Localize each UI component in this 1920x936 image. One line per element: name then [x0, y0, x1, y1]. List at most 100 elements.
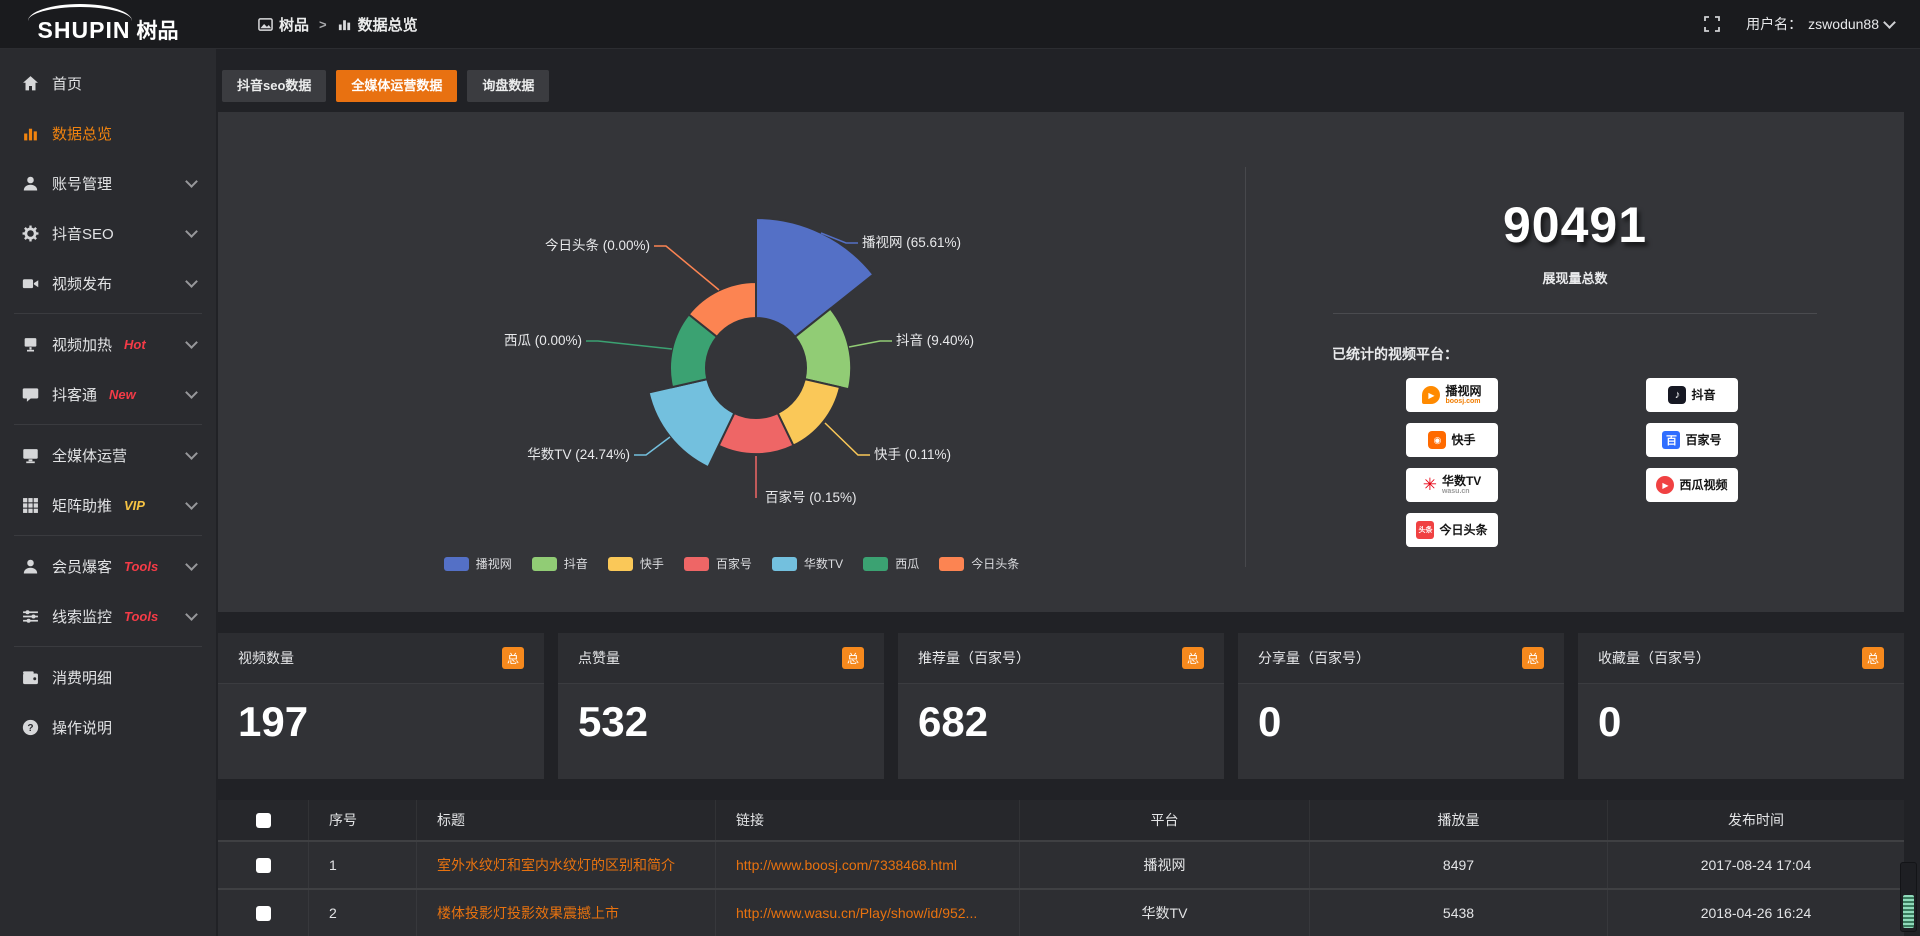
- sidebar-item-label: 抖客通: [52, 384, 97, 405]
- row-link-cell: http://www.wasu.cn/Play/show/id/952...: [716, 890, 1020, 936]
- sidebar-item-label: 操作说明: [52, 717, 112, 738]
- legend-swatch: [772, 557, 797, 571]
- stat-card-header: 分享量（百家号）总: [1238, 633, 1564, 684]
- total-badge[interactable]: 总: [1522, 647, 1544, 669]
- sidebar-item-label: 全媒体运营: [52, 445, 127, 466]
- legend-item-6[interactable]: 西瓜: [863, 555, 919, 572]
- logo-arc-decoration: [28, 4, 132, 21]
- breadcrumb-item-home[interactable]: 树品: [258, 14, 309, 35]
- table-header-cell: 平台: [1020, 800, 1310, 840]
- row-select-cell: [218, 842, 309, 888]
- table-row-1: 1室外水纹灯和室内水纹灯的区别和简介http://www.boosj.com/7…: [218, 840, 1904, 888]
- legend-item-2[interactable]: 抖音: [532, 555, 588, 572]
- legend-label: 今日头条: [971, 555, 1019, 572]
- sidebar-item-13[interactable]: ? 操作说明: [0, 702, 216, 752]
- legend-item-3[interactable]: 快手: [608, 555, 664, 572]
- rose-pie-chart[interactable]: 播视网 (65.61%)抖音 (9.40%)快手 (0.11%)百家号 (0.1…: [218, 112, 1245, 612]
- sidebar-item-8[interactable]: 全媒体运营: [0, 430, 216, 480]
- sidebar-item-11[interactable]: 线索监控Tools: [0, 591, 216, 641]
- stat-card-label: 推荐量（百家号）: [918, 648, 1030, 668]
- platform-chip-boosj[interactable]: ▶播视网boosj.com: [1406, 378, 1498, 412]
- chat-icon: [22, 386, 39, 403]
- chevron-down-icon: [185, 225, 198, 238]
- row-checkbox[interactable]: [256, 858, 271, 873]
- sidebar-item-label: 视频加热: [52, 334, 112, 355]
- breadcrumb-separator: >: [319, 17, 327, 32]
- legend-item-7[interactable]: 今日头条: [939, 555, 1019, 572]
- sidebar-item-label: 数据总览: [52, 123, 112, 144]
- sidebar-item-9[interactable]: 矩阵助推VIP: [0, 480, 216, 530]
- legend-item-4[interactable]: 百家号: [684, 555, 752, 572]
- total-badge[interactable]: 总: [502, 647, 524, 669]
- row-title-cell: 楼体投影灯投影效果震撼上市: [417, 890, 716, 936]
- svg-text:?: ?: [27, 722, 33, 733]
- total-badge[interactable]: 总: [842, 647, 864, 669]
- chart-legend: 播视网 抖音 快手 百家号 华数TV 西瓜 今日头条: [218, 555, 1245, 572]
- sidebar-item-label: 消费明细: [52, 667, 112, 688]
- chevron-down-icon: [185, 497, 198, 510]
- pie-slice-5[interactable]: [649, 379, 735, 467]
- platform-chip-douyin[interactable]: ♪抖音: [1646, 378, 1738, 412]
- douyin-logo: ♪: [1668, 386, 1686, 404]
- pie-label: 百家号 (0.15%): [765, 489, 857, 505]
- sidebar-item-2-active[interactable]: 数据总览: [0, 108, 216, 158]
- row-title-cell: 室外水纹灯和室内水纹灯的区别和简介: [417, 842, 716, 888]
- user-icon: [22, 175, 39, 192]
- impressions-total-value: 90491: [1246, 196, 1904, 254]
- sidebar-item-5[interactable]: 视频发布: [0, 258, 216, 308]
- stat-card-value: 0: [1598, 698, 1904, 746]
- total-badge[interactable]: 总: [1862, 647, 1884, 669]
- sidebar-item-3[interactable]: 账号管理: [0, 158, 216, 208]
- platform-chip-wasu[interactable]: ✳华数TVwasu.cn: [1406, 468, 1498, 502]
- total-badge[interactable]: 总: [1182, 647, 1204, 669]
- legend-swatch: [684, 557, 709, 571]
- sidebar-item-label: 线索监控: [52, 606, 112, 627]
- user-label: 用户名：: [1746, 14, 1802, 34]
- table-header-cell: 链接: [716, 800, 1020, 840]
- video-url-link[interactable]: http://www.boosj.com/7338468.html: [736, 857, 957, 873]
- scrollbar-thumb[interactable]: [1903, 895, 1914, 928]
- platform-chip-kuaishou[interactable]: ◉快手: [1406, 423, 1498, 457]
- stat-card-label: 点赞量: [578, 648, 620, 668]
- boosj-logo: ▶: [1422, 386, 1440, 404]
- wallet-icon: [22, 669, 39, 686]
- label-leader-line: [654, 246, 719, 290]
- video-table: 序号标题链接平台播放量发布时间1室外水纹灯和室内水纹灯的区别和简介http://…: [218, 800, 1904, 936]
- sidebar-item-4[interactable]: 抖音SEO: [0, 208, 216, 258]
- sidebar-item-1[interactable]: 首页: [0, 58, 216, 108]
- sidebar-item-6[interactable]: 视频加热 Hot: [0, 319, 216, 369]
- video-title-link[interactable]: 室外水纹灯和室内水纹灯的区别和简介: [437, 855, 675, 875]
- table-header-cell: 序号: [309, 800, 417, 840]
- sidebar-item-12[interactable]: 消费明细: [0, 652, 216, 702]
- impressions-summary: 90491 展现量总数 已统计的视频平台： ▶播视网boosj.com◉快手✳华…: [1246, 112, 1904, 612]
- logo-brand-text: SHUPIN: [38, 19, 131, 42]
- pie-slice-1[interactable]: [756, 218, 873, 337]
- sidebar-item-7[interactable]: 抖客通New: [0, 369, 216, 419]
- video-title-link[interactable]: 楼体投影灯投影效果震撼上市: [437, 903, 619, 923]
- sidebar-item-tag: Hot: [124, 337, 146, 352]
- home-icon: [22, 75, 39, 92]
- tab-3[interactable]: 询盘数据: [467, 70, 549, 102]
- fullscreen-icon[interactable]: [1704, 16, 1720, 32]
- platform-name: 播视网: [1445, 385, 1481, 398]
- sidebar-item-10[interactable]: 会员爆客Tools: [0, 541, 216, 591]
- tab-2-active[interactable]: 全媒体运营数据: [336, 70, 457, 102]
- select-all-checkbox[interactable]: [256, 813, 271, 828]
- row-checkbox[interactable]: [256, 906, 271, 921]
- tab-1[interactable]: 抖音seo数据: [222, 70, 326, 102]
- platform-chip-toutiao[interactable]: 头条今日头条: [1406, 513, 1498, 547]
- platform-chip-baijiahao[interactable]: 百百家号: [1646, 423, 1738, 457]
- stat-card-header: 收藏量（百家号）总: [1578, 633, 1904, 684]
- scrollbar-track[interactable]: [1900, 862, 1917, 932]
- video-url-link[interactable]: http://www.wasu.cn/Play/show/id/952...: [736, 905, 977, 921]
- legend-item-1[interactable]: 播视网: [444, 555, 512, 572]
- breadcrumb-item-current[interactable]: 数据总览: [337, 14, 418, 35]
- top-bar: SHUPIN 树品 树品 > 数据总览: [0, 0, 1920, 49]
- legend-swatch: [608, 557, 633, 571]
- stat-card-1: 视频数量总197: [218, 633, 544, 779]
- sidebar-item-label: 会员爆客: [52, 556, 112, 577]
- app-logo[interactable]: SHUPIN 树品: [0, 0, 216, 48]
- platform-chip-xigua[interactable]: ▶西瓜视频: [1646, 468, 1738, 502]
- user-menu[interactable]: 用户名： zswodun88: [1746, 14, 1894, 34]
- legend-item-5[interactable]: 华数TV: [772, 555, 843, 572]
